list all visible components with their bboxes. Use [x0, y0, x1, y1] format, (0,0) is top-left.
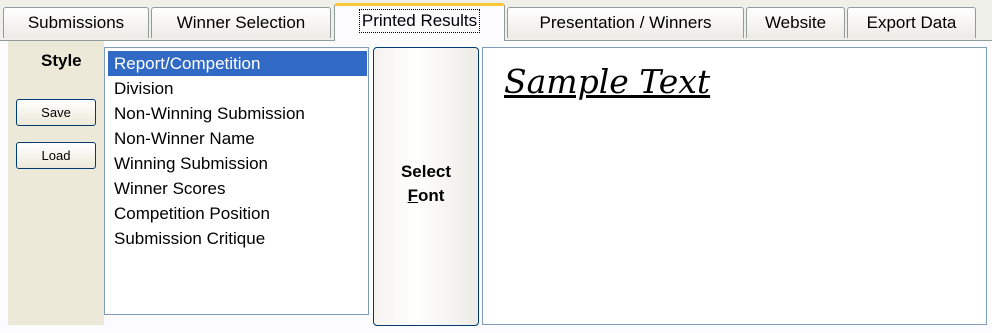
style-label: Style [41, 51, 82, 70]
list-item-submission-critique[interactable]: Submission Critique [112, 226, 265, 251]
select-font-button[interactable]: Select Font [373, 47, 479, 326]
tab-submissions[interactable]: Submissions [3, 7, 149, 38]
style-list[interactable]: Report/Competition Division Non-Winning … [104, 47, 369, 315]
save-button[interactable]: Save [16, 99, 96, 126]
list-item-non-winning-submission[interactable]: Non-Winning Submission [112, 101, 305, 126]
tab-presentation-winners[interactable]: Presentation / Winners [507, 7, 744, 38]
tab-label: Website [764, 13, 827, 32]
style-sidebar [8, 41, 104, 325]
tab-label: Export Data [866, 13, 957, 32]
list-item-division[interactable]: Division [112, 76, 174, 101]
tab-label: Submissions [27, 13, 125, 32]
list-item-winning-submission[interactable]: Winning Submission [112, 151, 268, 176]
tab-label: Printed Results [358, 9, 481, 33]
select-font-line1: Select [400, 162, 452, 181]
select-font-label: Select Font [374, 160, 478, 208]
tab-label: Presentation / Winners [539, 13, 712, 32]
list-item-winner-scores[interactable]: Winner Scores [112, 176, 225, 201]
load-button[interactable]: Load [16, 142, 96, 169]
list-item-competition-position[interactable]: Competition Position [112, 201, 270, 226]
list-item-report-competition[interactable]: Report/Competition [108, 51, 367, 76]
tab-export-data[interactable]: Export Data [847, 7, 976, 38]
tab-winner-selection[interactable]: Winner Selection [151, 7, 331, 38]
select-font-line2-rest: ont [417, 186, 445, 205]
tab-printed-results[interactable]: Printed Results [334, 3, 505, 41]
tab-bar: Submissions Winner Selection Presentatio… [0, 0, 992, 42]
select-font-line2: Font [374, 184, 478, 208]
select-font-accelerator: F [407, 186, 418, 205]
tab-website[interactable]: Website [746, 7, 845, 38]
sample-text: Sample Text [504, 62, 711, 101]
list-item-non-winner-name[interactable]: Non-Winner Name [112, 126, 255, 151]
app-window: Submissions Winner Selection Presentatio… [0, 0, 992, 333]
tab-label: Winner Selection [176, 13, 306, 32]
font-preview-box: Sample Text [482, 47, 987, 325]
